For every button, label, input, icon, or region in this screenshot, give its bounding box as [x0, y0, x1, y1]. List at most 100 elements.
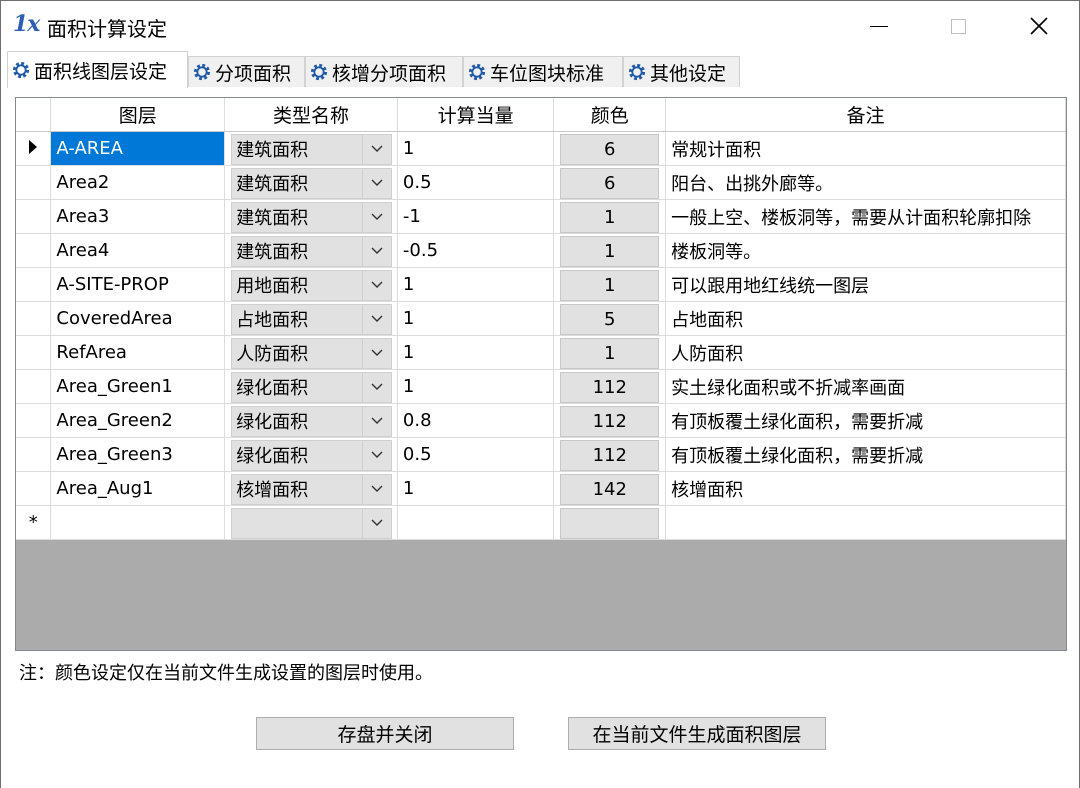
type-dropdown[interactable]: 人防面积 — [231, 337, 392, 369]
type-dropdown[interactable]: 绿化面积 — [231, 371, 392, 403]
color-button[interactable]: 112 — [560, 405, 660, 437]
cell-remark[interactable]: 可以跟用地红线统一图层 — [665, 267, 1066, 302]
color-button[interactable] — [560, 507, 660, 539]
row-header[interactable] — [16, 403, 52, 438]
cell-layer[interactable]: A-SITE-PROP — [50, 267, 226, 302]
cell-factor[interactable]: 0.5 — [397, 165, 555, 200]
row-header[interactable] — [16, 301, 52, 336]
cell-factor[interactable]: 1 — [397, 335, 555, 370]
dropdown-arrow[interactable] — [361, 202, 391, 232]
dropdown-arrow[interactable] — [361, 474, 391, 504]
cell-type[interactable]: 建筑面积 — [224, 199, 398, 234]
type-dropdown[interactable] — [231, 507, 392, 539]
column-header-layer[interactable]: 图层 — [50, 98, 226, 132]
cell-factor[interactable]: 1 — [397, 131, 555, 166]
table-row[interactable]: CoveredArea 占地面积 1 5 占地面积 — [16, 301, 1066, 336]
cell-type[interactable]: 用地面积 — [224, 267, 398, 302]
row-header[interactable] — [16, 369, 52, 404]
cell-remark[interactable]: 常规计面积 — [665, 131, 1066, 166]
cell-factor[interactable]: 1 — [397, 267, 555, 302]
cell-remark[interactable]: 阳台、出挑外廊等。 — [665, 165, 1066, 200]
cell-color[interactable]: 1 — [553, 233, 667, 268]
color-button[interactable]: 112 — [560, 439, 660, 471]
column-header-color[interactable]: 颜色 — [553, 98, 667, 132]
type-dropdown[interactable]: 用地面积 — [231, 269, 392, 301]
cell-factor[interactable]: 0.5 — [397, 437, 555, 472]
cell-layer[interactable]: Area_Green1 — [50, 369, 226, 404]
cell-factor[interactable]: -0.5 — [397, 233, 555, 268]
layer-data-grid[interactable]: 图层 类型名称 计算当量 颜色 备注 A-AREA 建筑面积 1 6 常规计面积 Area… — [15, 97, 1067, 651]
dropdown-arrow[interactable] — [361, 236, 391, 266]
dropdown-arrow[interactable] — [361, 406, 391, 436]
minimize-button[interactable] — [839, 1, 919, 51]
cell-type[interactable]: 核增面积 — [224, 471, 398, 506]
tab-layer-settings[interactable]: 面积线图层设定 — [7, 51, 188, 88]
cell-remark[interactable]: 占地面积 — [665, 301, 1066, 336]
table-row[interactable]: Area4 建筑面积 -0.5 1 楼板洞等。 — [16, 233, 1066, 268]
cell-factor[interactable]: 1 — [397, 301, 555, 336]
column-header-factor[interactable]: 计算当量 — [397, 98, 555, 132]
cell-layer[interactable]: Area_Green3 — [50, 437, 226, 472]
cell-color[interactable]: 6 — [553, 131, 667, 166]
dropdown-arrow[interactable] — [361, 440, 391, 470]
cell-factor[interactable]: 1 — [397, 369, 555, 404]
type-dropdown[interactable]: 绿化面积 — [231, 405, 392, 437]
color-button[interactable]: 5 — [560, 303, 660, 335]
type-dropdown[interactable]: 建筑面积 — [231, 201, 392, 233]
color-button[interactable]: 112 — [560, 371, 660, 403]
cell-color[interactable]: 142 — [553, 471, 667, 506]
row-header[interactable] — [16, 335, 52, 370]
row-header[interactable] — [16, 471, 52, 506]
cell-color[interactable]: 1 — [553, 267, 667, 302]
cell-color[interactable]: 112 — [553, 403, 667, 438]
cell-layer[interactable]: CoveredArea — [50, 301, 226, 336]
table-row[interactable]: Area_Green3 绿化面积 0.5 112 有顶板覆土绿化面积，需要折减 — [16, 437, 1066, 472]
cell-factor[interactable]: -1 — [397, 199, 555, 234]
cell-remark[interactable] — [665, 505, 1066, 540]
cell-remark[interactable]: 一般上空、楼板洞等，需要从计面积轮廓扣除 — [665, 199, 1066, 234]
table-row[interactable]: Area_Green1 绿化面积 1 112 实土绿化面积或不折减率画面 — [16, 369, 1066, 404]
cell-layer[interactable]: Area_Green2 — [50, 403, 226, 438]
cell-color[interactable]: 1 — [553, 335, 667, 370]
cell-type[interactable]: 占地面积 — [224, 301, 398, 336]
cell-type[interactable]: 绿化面积 — [224, 369, 398, 404]
row-header[interactable] — [16, 199, 52, 234]
table-row[interactable]: A-SITE-PROP 用地面积 1 1 可以跟用地红线统一图层 — [16, 267, 1066, 302]
table-row[interactable]: Area2 建筑面积 0.5 6 阳台、出挑外廊等。 — [16, 165, 1066, 200]
dropdown-arrow[interactable] — [361, 270, 391, 300]
dropdown-arrow[interactable] — [361, 372, 391, 402]
cell-layer[interactable] — [50, 505, 226, 540]
color-button[interactable]: 1 — [560, 201, 660, 233]
maximize-button[interactable] — [918, 1, 998, 51]
cell-layer[interactable]: RefArea — [50, 335, 226, 370]
cell-factor[interactable] — [397, 505, 555, 540]
tab-other-settings[interactable]: 其他设定 — [623, 56, 740, 87]
cell-color[interactable] — [553, 505, 667, 540]
color-button[interactable]: 1 — [560, 269, 660, 301]
cell-factor[interactable]: 0.8 — [397, 403, 555, 438]
dropdown-arrow[interactable] — [361, 168, 391, 198]
cell-color[interactable]: 6 — [553, 165, 667, 200]
new-row-marker[interactable]: * — [16, 505, 52, 540]
dropdown-arrow[interactable] — [361, 508, 391, 538]
cell-remark[interactable]: 核增面积 — [665, 471, 1066, 506]
color-button[interactable]: 6 — [560, 133, 660, 165]
cell-type[interactable]: 建筑面积 — [224, 233, 398, 268]
cell-color[interactable]: 112 — [553, 437, 667, 472]
close-button[interactable] — [999, 1, 1079, 51]
table-row[interactable]: Area_Aug1 核增面积 1 142 核增面积 — [16, 471, 1066, 506]
type-dropdown[interactable]: 核增面积 — [231, 473, 392, 505]
dropdown-arrow[interactable] — [361, 134, 391, 164]
row-header[interactable] — [16, 233, 52, 268]
color-button[interactable]: 142 — [560, 473, 660, 505]
table-row[interactable]: Area3 建筑面积 -1 1 一般上空、楼板洞等，需要从计面积轮廓扣除 — [16, 199, 1066, 234]
dropdown-arrow[interactable] — [361, 338, 391, 368]
save-and-close-button[interactable]: 存盘并关闭 — [256, 717, 514, 750]
row-header[interactable] — [16, 267, 52, 302]
table-row[interactable]: A-AREA 建筑面积 1 6 常规计面积 — [16, 131, 1066, 166]
tab-sub-area[interactable]: 分项面积 — [188, 56, 305, 87]
new-row[interactable]: * — [16, 505, 1066, 540]
cell-remark[interactable]: 有顶板覆土绿化面积，需要折减 — [665, 403, 1066, 438]
color-button[interactable]: 1 — [560, 337, 660, 369]
cell-color[interactable]: 5 — [553, 301, 667, 336]
